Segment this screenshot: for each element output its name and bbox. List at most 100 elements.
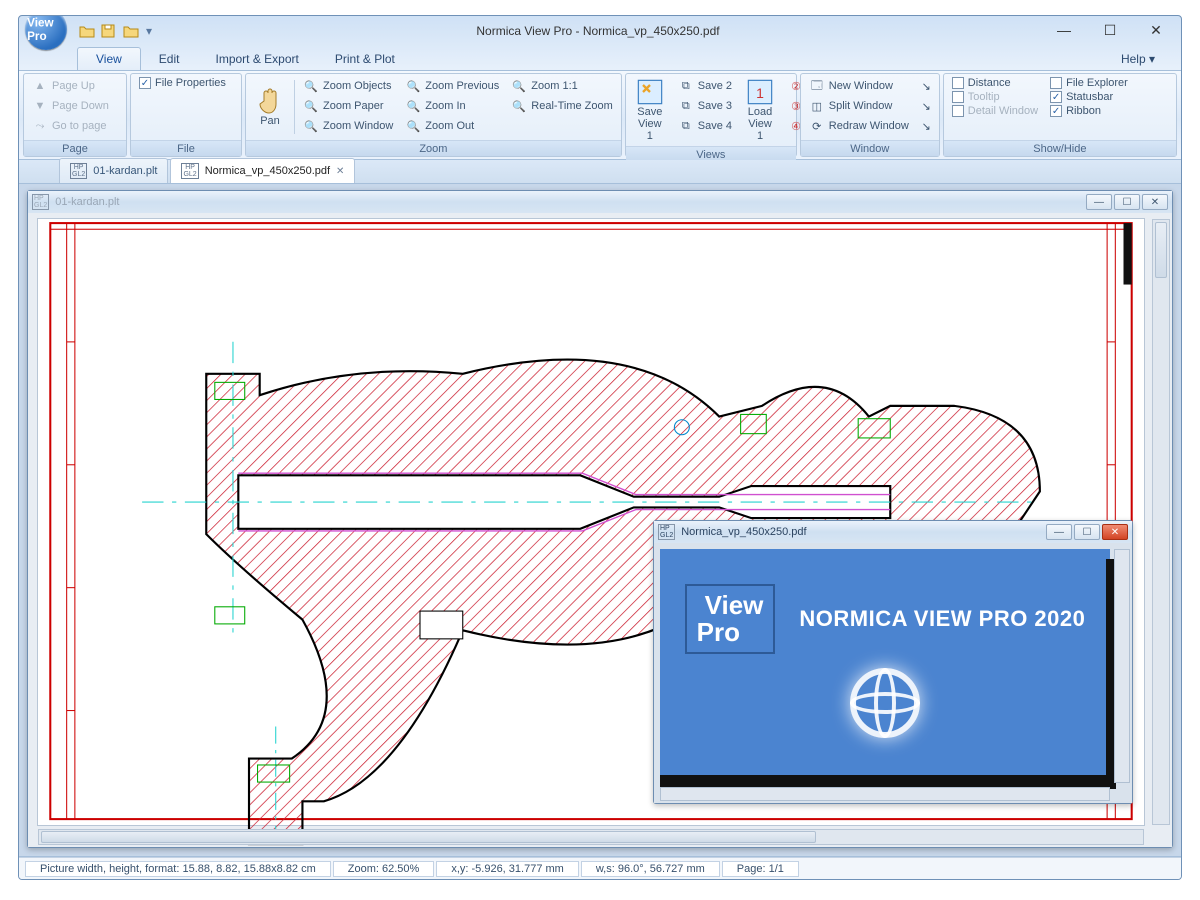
checkbox-icon: ✓	[139, 77, 151, 89]
vertical-scrollbar[interactable]	[1114, 549, 1130, 783]
checkbox-icon	[952, 77, 964, 89]
tab-help[interactable]: Help ▾	[1103, 48, 1173, 70]
magnifier-icon: 🔍	[405, 78, 421, 94]
panel-views: Save View 1 ⧉Save 2 ⧉Save 3 ⧉Save 4 1 Lo…	[625, 73, 797, 157]
launcher-icon[interactable]: ↘	[922, 120, 931, 133]
qat-folder-icon[interactable]	[121, 22, 141, 40]
close-tab-icon[interactable]: ✕	[336, 166, 344, 177]
checkbox-icon: ✓	[1050, 91, 1062, 103]
chk-statusbar[interactable]: ✓Statusbar	[1044, 90, 1134, 104]
chk-tooltip[interactable]: Tooltip	[946, 90, 1044, 104]
page-goto-icon: ⤳	[32, 118, 48, 134]
mdi-workspace: HPGL2 01-kardan.plt — ☐ ✕	[19, 184, 1181, 857]
checkbox-icon	[952, 91, 964, 103]
page-up-icon: ▲	[32, 78, 48, 94]
mdi-maximize-button[interactable]: ☐	[1074, 524, 1100, 540]
mdi-child-pdf[interactable]: HPGL2 Normica_vp_450x250.pdf — ☐ ✕ View …	[653, 520, 1133, 804]
minimize-button[interactable]: —	[1041, 19, 1087, 41]
hpgl-icon: HPGL2	[32, 194, 49, 210]
cmd-redraw-window[interactable]: ⟳Redraw Window↘	[803, 116, 937, 136]
save-view-icon: ⧉	[678, 118, 694, 134]
mdi-body-pdf: View Pro NORMICA VIEW PRO 2020	[654, 543, 1132, 803]
cmd-zoom-1-1[interactable]: 🔍Zoom 1:1	[505, 76, 619, 96]
cmd-zoom-objects[interactable]: 🔍Zoom Objects	[297, 76, 399, 96]
mdi-title-kardan[interactable]: HPGL2 01-kardan.plt — ☐ ✕	[28, 191, 1172, 213]
split-window-icon: ◫	[809, 98, 825, 114]
qat-dropdown-icon[interactable]: ▾	[143, 22, 155, 40]
redraw-window-icon: ⟳	[809, 118, 825, 134]
cmd-save-view-4[interactable]: ⧉Save 4	[672, 116, 738, 136]
cmd-page-up[interactable]: ▲Page Up	[26, 76, 115, 96]
close-button[interactable]: ✕	[1133, 19, 1179, 41]
mdi-close-button[interactable]: ✕	[1102, 524, 1128, 540]
status-ws: w,s: 96.0°, 56.727 mm	[581, 861, 720, 877]
horizontal-scrollbar[interactable]	[660, 787, 1110, 801]
save-view-icon	[636, 78, 664, 106]
mdi-close-button[interactable]: ✕	[1142, 194, 1168, 210]
cmd-save-view-1[interactable]: Save View 1	[628, 76, 672, 144]
status-zoom: Zoom: 62.50%	[333, 861, 435, 877]
cmd-zoom-out[interactable]: 🔍Zoom Out	[399, 116, 505, 136]
mdi-maximize-button[interactable]: ☐	[1114, 194, 1140, 210]
mdi-minimize-button[interactable]: —	[1086, 194, 1112, 210]
magnifier-icon: 🔍	[405, 118, 421, 134]
qat-save-icon[interactable]	[99, 22, 119, 40]
load-view-icon: 1	[746, 78, 774, 106]
save-view-icon: ⧉	[678, 78, 694, 94]
cmd-pan[interactable]: Pan	[248, 76, 292, 138]
magnifier-icon: 🔍	[303, 98, 319, 114]
hpgl-icon: HPGL2	[181, 163, 198, 179]
magnifier-icon: 🔍	[405, 98, 421, 114]
magnifier-icon: 🔍	[511, 78, 527, 94]
cmd-save-view-3[interactable]: ⧉Save 3	[672, 96, 738, 116]
window-title: Normica View Pro - Normica_vp_450x250.pd…	[155, 24, 1041, 38]
ribbon: ▲Page Up ▼Page Down ⤳Go to page Page ✓ F…	[19, 70, 1181, 160]
cmd-zoom-previous[interactable]: 🔍Zoom Previous	[399, 76, 505, 96]
cmd-page-down[interactable]: ▼Page Down	[26, 96, 115, 116]
panel-zoom: Pan 🔍Zoom Objects 🔍Zoom Paper 🔍Zoom Wind…	[245, 73, 622, 157]
tab-view[interactable]: View	[77, 47, 141, 70]
cmd-split-window[interactable]: ◫Split Window↘	[803, 96, 937, 116]
cmd-zoom-paper[interactable]: 🔍Zoom Paper	[297, 96, 399, 116]
cmd-go-to-page[interactable]: ⤳Go to page	[26, 116, 115, 136]
app-orb-button[interactable]: View Pro	[25, 15, 67, 50]
orb-label: View Pro	[27, 16, 65, 43]
cmd-new-window[interactable]: 🗔New Window↘	[803, 76, 937, 96]
mdi-minimize-button[interactable]: —	[1046, 524, 1072, 540]
tab-import-export[interactable]: Import & Export	[197, 48, 316, 70]
tab-edit[interactable]: Edit	[141, 48, 198, 70]
qat-open-icon[interactable]	[77, 22, 97, 40]
cmd-save-view-2[interactable]: ⧉Save 2	[672, 76, 738, 96]
launcher-icon[interactable]: ↘	[922, 80, 931, 93]
status-picture: Picture width, height, format: 15.88, 8.…	[25, 861, 331, 877]
panel-show-hide-label: Show/Hide	[944, 140, 1176, 156]
horizontal-scrollbar[interactable]	[38, 829, 1144, 845]
cmd-load-view-1[interactable]: 1 Load View 1	[738, 76, 782, 144]
checkbox-icon	[952, 105, 964, 117]
cmd-real-time-zoom[interactable]: 🔍Real-Time Zoom	[505, 96, 619, 116]
chk-file-explorer[interactable]: File Explorer	[1044, 76, 1134, 90]
chk-file-properties[interactable]: ✓ File Properties	[133, 76, 232, 90]
vertical-scrollbar[interactable]	[1152, 219, 1170, 825]
maximize-button[interactable]: ☐	[1087, 19, 1133, 41]
chk-detail-window[interactable]: Detail Window	[946, 104, 1044, 118]
pdf-page[interactable]: View Pro NORMICA VIEW PRO 2020	[660, 549, 1110, 783]
chk-ribbon[interactable]: ✓Ribbon	[1044, 104, 1134, 118]
launcher-icon[interactable]: ↘	[922, 100, 931, 113]
chk-distance[interactable]: Distance	[946, 76, 1044, 90]
page-down-icon: ▼	[32, 98, 48, 114]
hpgl-icon: HPGL2	[70, 163, 87, 179]
cmd-zoom-window[interactable]: 🔍Zoom Window	[297, 116, 399, 136]
application-window: View Pro ▾ Normica View Pro - Normica_vp…	[18, 15, 1182, 880]
panel-page: ▲Page Up ▼Page Down ⤳Go to page Page	[23, 73, 127, 157]
tab-print-plot[interactable]: Print & Plot	[317, 48, 413, 70]
svg-text:1: 1	[756, 85, 764, 101]
panel-window: 🗔New Window↘ ◫Split Window↘ ⟳Redraw Wind…	[800, 73, 940, 157]
cmd-zoom-in[interactable]: 🔍Zoom In	[399, 96, 505, 116]
mdi-title-pdf[interactable]: HPGL2 Normica_vp_450x250.pdf — ☐ ✕	[654, 521, 1132, 543]
product-logo: View Pro	[685, 584, 776, 655]
doc-tab-normica[interactable]: HPGL2 Normica_vp_450x250.pdf ✕	[170, 158, 355, 183]
doc-tab-kardan[interactable]: HPGL2 01-kardan.plt	[59, 158, 168, 183]
magnifier-icon: 🔍	[511, 98, 527, 114]
panel-show-hide: Distance Tooltip Detail Window File Expl…	[943, 73, 1177, 157]
